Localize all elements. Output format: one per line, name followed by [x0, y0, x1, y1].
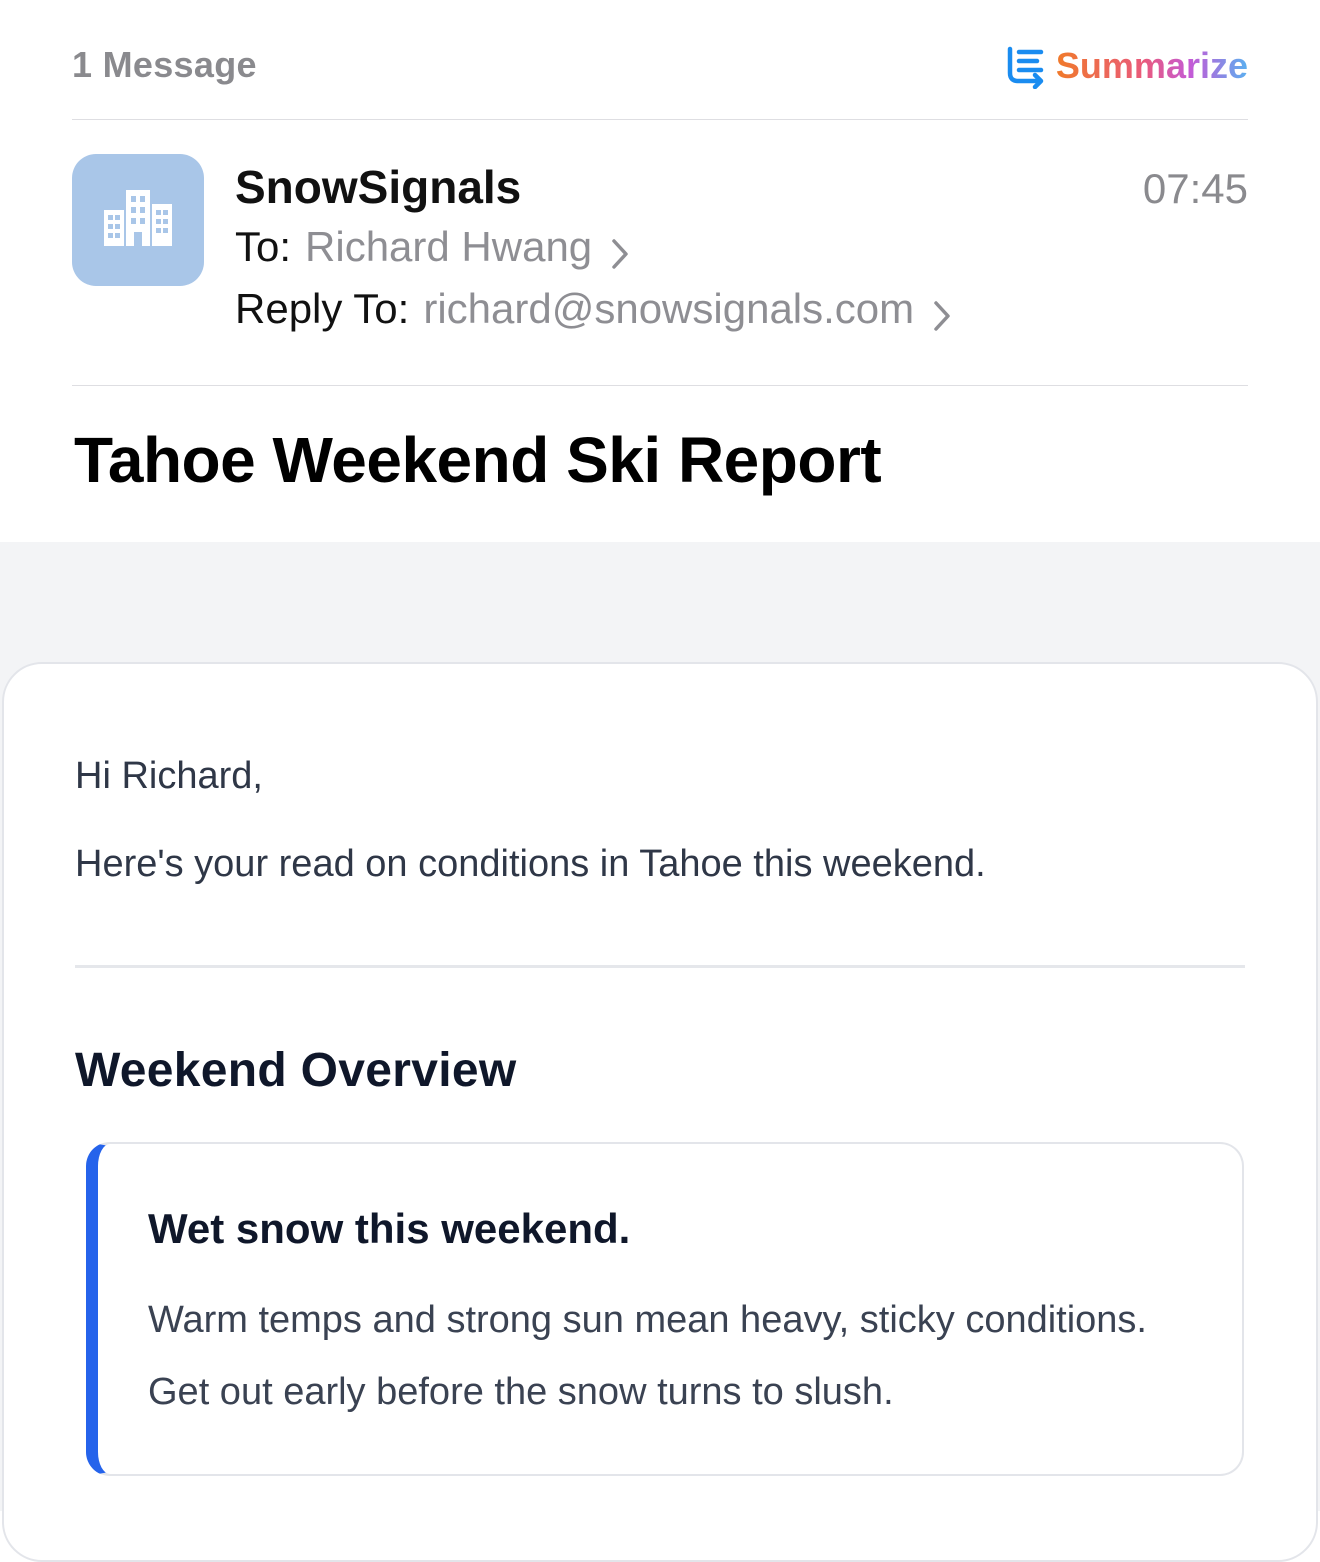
email-subject: Tahoe Weekend Ski Report [74, 424, 882, 496]
greeting-text: Hi Richard, [75, 755, 263, 797]
intro-text: Here's your read on conditions in Tahoe … [75, 843, 986, 885]
sender-name[interactable]: SnowSignals [235, 158, 521, 216]
avatar[interactable] [72, 154, 204, 286]
header-divider [72, 119, 1248, 120]
to-label: To: [235, 223, 292, 270]
callout-text: Warm temps and strong sun mean heavy, st… [148, 1299, 1147, 1413]
chevron-right-icon [932, 292, 952, 331]
summarize-icon [1004, 43, 1050, 90]
sender-block: SnowSignals 07:45 To: Richard Hwang Repl… [72, 154, 1248, 354]
chevron-right-icon [610, 230, 630, 269]
subject-divider [72, 385, 1248, 386]
message-header: 1 Message Summarize SnowSignals 07:45 To… [0, 0, 1320, 542]
summarize-label: Summarize [1055, 45, 1248, 86]
message-time: 07:45 [1142, 165, 1248, 212]
body-divider [75, 965, 1245, 968]
building-icon [102, 188, 174, 253]
section-heading: Weekend Overview [75, 1044, 517, 1097]
to-value[interactable]: Richard Hwang [305, 220, 592, 274]
reply-to-label: Reply To: [235, 285, 410, 332]
to-row[interactable]: To: Richard Hwang [235, 220, 630, 274]
message-count: 1 Message [72, 44, 257, 85]
reply-to-row[interactable]: Reply To: richard@snowsignals.com [235, 282, 952, 336]
reply-to-value[interactable]: richard@snowsignals.com [423, 282, 914, 336]
summarize-button[interactable]: Summarize [1004, 40, 1248, 92]
thread-top-bar: 1 Message Summarize [72, 40, 1248, 92]
callout-title: Wet snow this weekend. [148, 1205, 631, 1252]
